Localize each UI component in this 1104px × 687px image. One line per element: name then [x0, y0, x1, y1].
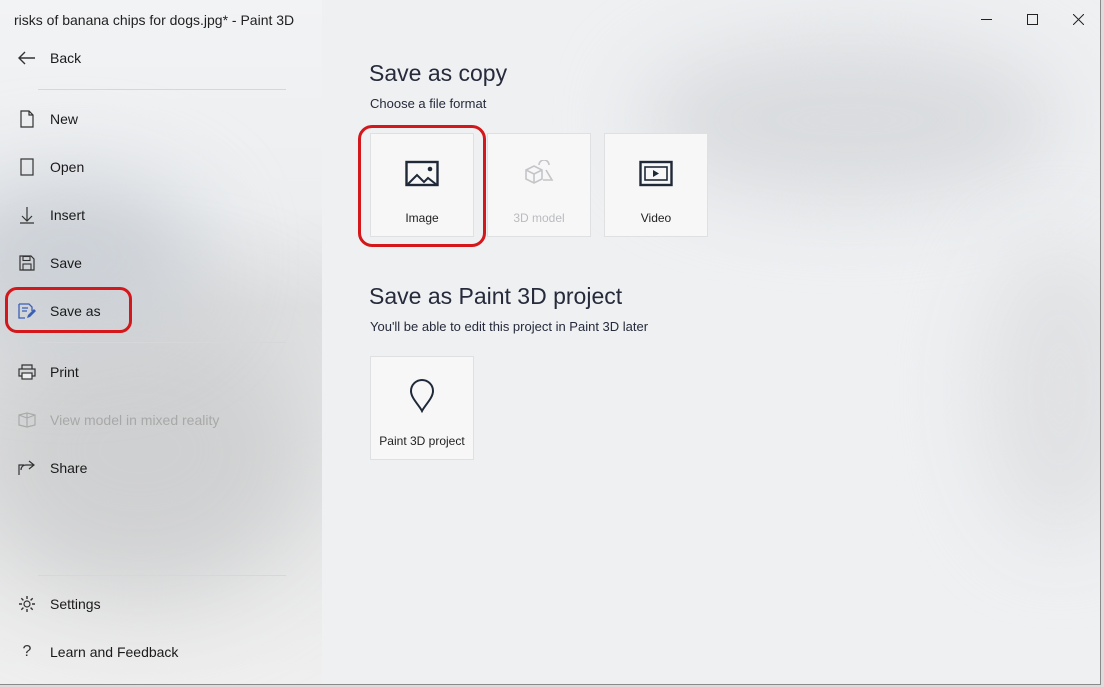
close-icon — [1072, 13, 1084, 25]
format-3d-model-button: 3D model — [487, 133, 591, 237]
divider — [38, 575, 286, 576]
sidebar-item-feedback[interactable]: ? Learn and Feedback — [0, 632, 300, 672]
insert-arrow-icon — [17, 205, 37, 225]
annotation-highlight-image — [358, 125, 486, 247]
folder-open-icon — [17, 157, 37, 177]
back-label: Back — [50, 50, 82, 66]
sidebar-item-label: Settings — [50, 596, 101, 612]
save-as-copy-heading: Save as copy — [369, 60, 508, 86]
sidebar-item-new[interactable]: New — [0, 99, 300, 139]
sidebar-item-insert[interactable]: Insert — [0, 195, 300, 235]
sidebar: Back New Open Insert Save Save as Print … — [0, 0, 322, 684]
divider — [38, 89, 286, 90]
document-icon — [17, 109, 37, 129]
sidebar-item-share[interactable]: Share — [0, 448, 300, 488]
video-icon — [605, 160, 707, 190]
sidebar-item-save[interactable]: Save — [0, 243, 300, 283]
annotation-highlight-save-as — [5, 287, 132, 333]
floppy-disk-icon — [17, 253, 37, 273]
share-icon — [17, 458, 37, 478]
sidebar-item-label: Learn and Feedback — [50, 644, 179, 660]
format-video-button[interactable]: Video — [604, 133, 708, 237]
sidebar-item-label: Insert — [50, 207, 86, 223]
sidebar-item-label: Open — [50, 159, 85, 175]
sidebar-item-label: Print — [50, 364, 79, 380]
paint-3d-project-button[interactable]: Paint 3D project — [370, 356, 474, 460]
choose-format-label: Choose a file format — [370, 96, 487, 111]
divider — [38, 342, 286, 343]
sidebar-item-label: New — [50, 111, 79, 127]
format-label: Video — [640, 211, 672, 225]
minimize-icon — [980, 18, 992, 20]
question-icon: ? — [22, 643, 32, 660]
sidebar-item-label: View model in mixed reality — [50, 412, 220, 428]
maximize-icon — [1026, 13, 1038, 25]
format-label: 3D model — [513, 211, 565, 225]
maximize-button[interactable] — [1009, 0, 1055, 38]
back-button[interactable]: Back — [0, 38, 300, 78]
window-title: risks of banana chips for dogs.jpg* - Pa… — [14, 12, 295, 28]
mixed-reality-icon — [17, 410, 37, 430]
project-description: You'll be able to edit this project in P… — [370, 319, 649, 334]
back-arrow-icon — [17, 48, 37, 68]
title-bar: risks of banana chips for dogs.jpg* - Pa… — [0, 0, 1100, 38]
background-blur — [980, 240, 1100, 540]
sidebar-item-label: Share — [50, 460, 88, 476]
paint-3d-window: Back New Open Insert Save Save as Print … — [0, 0, 1101, 685]
sidebar-item-print[interactable]: Print — [0, 352, 300, 392]
sidebar-item-mixed-reality: View model in mixed reality — [0, 400, 300, 440]
paint-3d-drop-icon — [371, 379, 473, 413]
minimize-button[interactable] — [963, 0, 1009, 38]
format-label: Paint 3D project — [379, 434, 465, 448]
sidebar-item-open[interactable]: Open — [0, 147, 300, 187]
gear-icon — [17, 594, 37, 614]
close-button[interactable] — [1055, 0, 1100, 38]
sidebar-item-settings[interactable]: Settings — [0, 584, 300, 624]
save-project-heading: Save as Paint 3D project — [369, 283, 623, 309]
printer-icon — [17, 362, 37, 382]
sidebar-item-label: Save — [50, 255, 82, 271]
3d-shapes-icon — [488, 160, 590, 190]
